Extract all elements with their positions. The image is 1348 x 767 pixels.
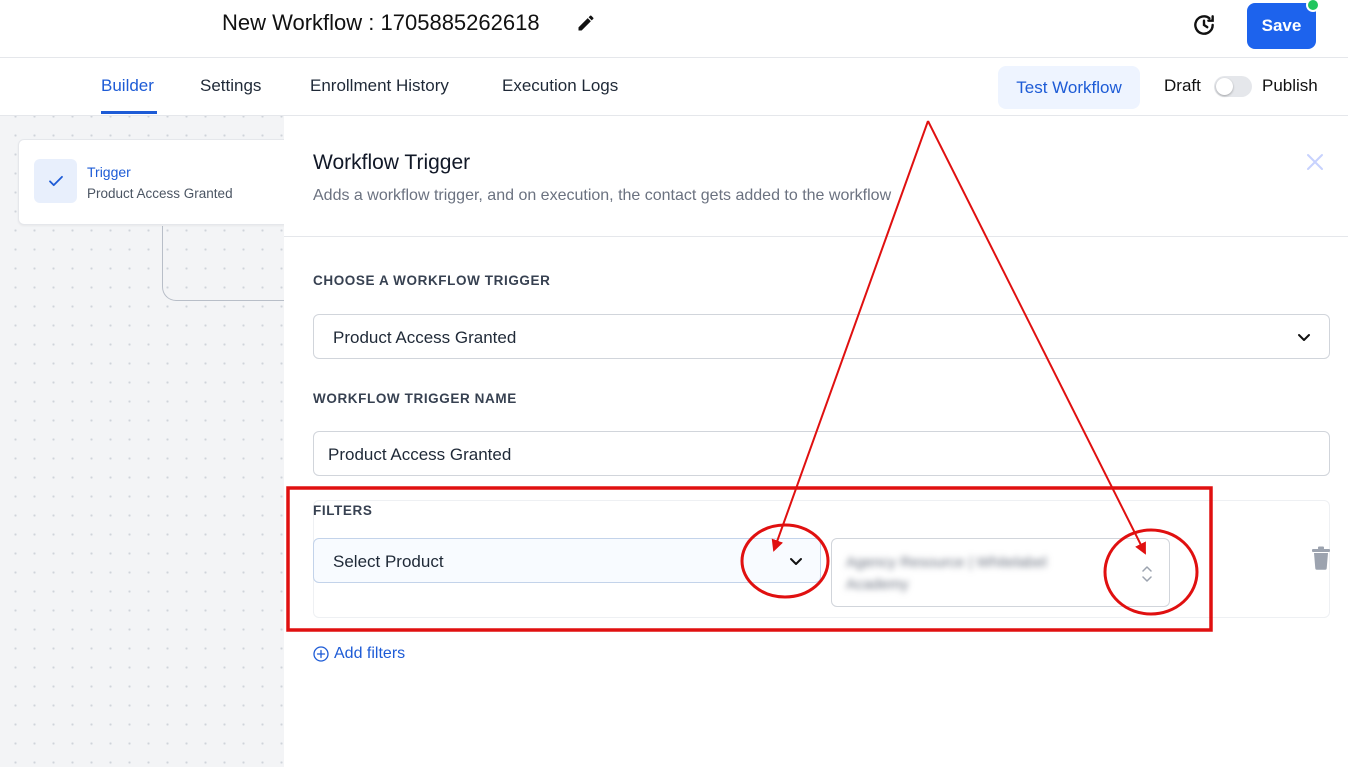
publish-toggle[interactable] xyxy=(1214,76,1252,97)
selected-trigger-value: Product Access Granted xyxy=(333,328,517,347)
chevron-down-icon xyxy=(790,558,802,565)
chevron-down-icon xyxy=(1298,334,1310,341)
trigger-node-title: Trigger xyxy=(87,164,131,180)
divider xyxy=(284,236,1348,237)
trigger-type-select[interactable]: Product Access Granted xyxy=(313,314,1330,359)
trigger-name-label: WORKFLOW TRIGGER NAME xyxy=(313,391,517,406)
plus-circle-icon xyxy=(313,646,329,662)
edit-pencil-icon[interactable] xyxy=(576,13,596,33)
add-filters-link[interactable]: Add filters xyxy=(313,645,405,663)
filter-value-blurred: Agency Resource | Whitelabel Academy xyxy=(846,554,1047,593)
updown-chevron-icon xyxy=(1142,566,1152,582)
tab-settings[interactable]: Settings xyxy=(200,76,261,96)
workflow-canvas[interactable]: Trigger Product Access Granted xyxy=(0,116,298,767)
panel-title: Workflow Trigger xyxy=(313,151,471,174)
filter-field-select[interactable]: Select Product xyxy=(313,538,821,583)
trigger-settings-panel: Workflow Trigger Adds a workflow trigger… xyxy=(284,116,1348,767)
filter-field-value: Select Product xyxy=(333,552,444,571)
tab-enrollment-history[interactable]: Enrollment History xyxy=(310,76,449,96)
toggle-knob xyxy=(1216,78,1233,95)
draft-label: Draft xyxy=(1164,76,1201,95)
top-bar: New Workflow : 1705885262618 Save xyxy=(0,0,1348,58)
choose-trigger-label: CHOOSE A WORKFLOW TRIGGER xyxy=(313,273,551,288)
panel-subtitle: Adds a workflow trigger, and on executio… xyxy=(313,187,892,204)
trigger-node-card[interactable]: Trigger Product Access Granted xyxy=(18,139,298,225)
tab-execution-logs[interactable]: Execution Logs xyxy=(502,76,618,96)
add-filters-label: Add filters xyxy=(334,645,406,662)
publish-label: Publish xyxy=(1262,76,1318,95)
status-dot xyxy=(1306,0,1320,12)
trigger-node-subtitle: Product Access Granted xyxy=(87,186,233,201)
trash-icon[interactable] xyxy=(1311,546,1331,570)
workflow-title: New Workflow : 1705885262618 xyxy=(222,10,540,35)
tab-builder[interactable]: Builder xyxy=(101,76,154,96)
connector-line xyxy=(162,226,292,301)
active-tab-indicator xyxy=(101,111,157,114)
trigger-name-input[interactable]: Product Access Granted xyxy=(313,431,1330,476)
history-clock-icon[interactable] xyxy=(1191,12,1217,38)
check-icon xyxy=(48,175,63,187)
trigger-name-value: Product Access Granted xyxy=(328,445,512,464)
save-button[interactable]: Save xyxy=(1247,3,1316,49)
tab-bar: Builder Settings Enrollment History Exec… xyxy=(0,58,1348,116)
trigger-status xyxy=(34,159,77,203)
filter-value-select[interactable]: Agency Resource | Whitelabel Academy xyxy=(831,538,1170,607)
filters-label: FILTERS xyxy=(313,503,373,518)
close-icon[interactable] xyxy=(1305,152,1325,172)
test-workflow-button[interactable]: Test Workflow xyxy=(998,66,1140,109)
